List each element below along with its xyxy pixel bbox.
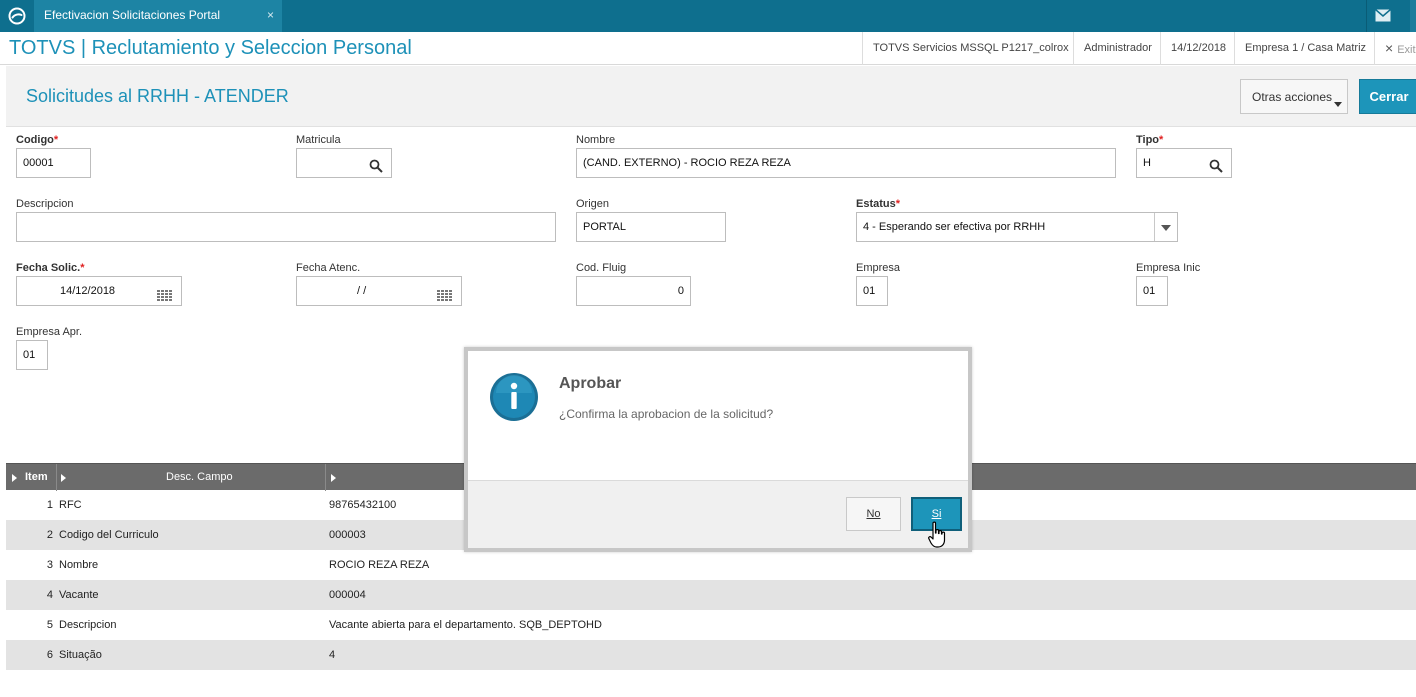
environment-label: TOTVS Servicios MSSQL P1217_colrox — [862, 32, 1079, 65]
dialog-footer: No Si — [468, 480, 968, 548]
cerrar-button[interactable]: Cerrar — [1359, 79, 1416, 114]
cod-fluig-field[interactable]: 0 — [576, 276, 691, 306]
empresa-inic-field[interactable]: 01 — [1136, 276, 1168, 306]
cell-item: 1 — [46, 499, 53, 511]
otras-acciones-label: Otras acciones — [1252, 89, 1333, 104]
column-divider[interactable] — [56, 464, 57, 491]
cell-value: 000003 — [329, 529, 366, 541]
empresa-apr-label: Empresa Apr. — [16, 326, 83, 338]
cell-item: 3 — [46, 559, 53, 571]
chevron-down-icon[interactable] — [1154, 213, 1177, 241]
date-label: 14/12/2018 — [1160, 32, 1236, 65]
cell-item: 4 — [46, 589, 53, 601]
company-label: Empresa 1 / Casa Matriz — [1234, 32, 1376, 65]
codigo-label: Codigo* — [16, 134, 59, 146]
calendar-icon[interactable] — [157, 285, 173, 305]
cell-item: 2 — [46, 529, 53, 541]
nombre-label: Nombre — [576, 134, 616, 146]
column-header-item[interactable]: Item — [25, 464, 48, 491]
codigo-field[interactable]: 00001 — [16, 148, 91, 178]
aprobar-dialog: Aprobar ¿Confirma la aprobacion de la so… — [464, 347, 972, 552]
caret-down-icon — [1334, 102, 1342, 107]
empresa-inic-label: Empresa Inic — [1136, 262, 1201, 274]
user-label: Administrador — [1073, 32, 1162, 65]
table-row[interactable]: 5 Descripcion Vacante abierta para el de… — [6, 610, 1416, 640]
otras-acciones-button[interactable]: Otras acciones — [1240, 79, 1348, 114]
fecha-solic-field[interactable]: 14/12/2018 — [16, 276, 182, 306]
hand-cursor-icon — [928, 521, 948, 554]
dialog-message: ¿Confirma la aprobacion de la solicitud? — [559, 407, 774, 421]
cell-value: Vacante abierta para el departamento. SQ… — [329, 619, 602, 631]
cell-value: ROCIO REZA REZA — [329, 559, 430, 571]
tipo-field[interactable]: H — [1136, 148, 1232, 178]
search-icon[interactable] — [369, 156, 383, 177]
cell-value: 98765432100 — [329, 499, 397, 511]
mail-icon[interactable] — [1366, 0, 1398, 32]
descripcion-label: Descripcion — [16, 198, 74, 210]
tipo-label: Tipo* — [1136, 134, 1164, 146]
origen-label: Origen — [576, 198, 610, 210]
topbar-edge — [1410, 0, 1416, 32]
sort-arrow-icon[interactable] — [331, 474, 336, 482]
empresa-field[interactable]: 01 — [856, 276, 888, 306]
cell-desc: Situação — [59, 649, 102, 661]
exit-button[interactable]: × Exit — [1374, 32, 1416, 65]
table-row[interactable]: 3 Nombre ROCIO REZA REZA — [6, 550, 1416, 580]
estatus-label: Estatus* — [856, 198, 901, 210]
page-title: Solicitudes al RRHH - ATENDER — [26, 86, 289, 106]
totvs-logo-icon[interactable] — [6, 5, 28, 27]
cod-fluig-label: Cod. Fluig — [576, 262, 627, 274]
exit-label: Exit — [1397, 44, 1416, 56]
empresa-apr-field[interactable]: 01 — [16, 340, 48, 370]
calendar-icon[interactable] — [437, 285, 453, 305]
cell-item: 5 — [46, 619, 53, 631]
tab-efectivacion[interactable]: Efectivacion Solicitaciones Portal [02.9… — [34, 0, 282, 52]
sort-arrow-icon[interactable] — [61, 474, 66, 482]
info-icon — [488, 371, 540, 423]
cell-desc: Vacante — [59, 589, 99, 601]
empresa-label: Empresa — [856, 262, 901, 274]
nombre-field[interactable]: (CAND. EXTERNO) - ROCIO REZA REZA — [576, 148, 1116, 178]
cell-value: 4 — [329, 649, 336, 661]
column-header-desc-campo[interactable]: Desc. Campo — [166, 464, 233, 491]
search-icon[interactable] — [1209, 156, 1223, 177]
column-divider[interactable] — [325, 464, 326, 491]
app-title: TOTVS | Reclutamiento y Seleccion Person… — [9, 37, 412, 59]
fecha-atenc-field[interactable]: / / — [296, 276, 462, 306]
cell-item: 6 — [46, 649, 53, 661]
cell-value: 000004 — [329, 589, 366, 601]
no-button[interactable]: No — [846, 497, 901, 531]
fecha-atenc-label: Fecha Atenc. — [296, 262, 361, 274]
sort-arrow-icon[interactable] — [12, 474, 17, 482]
estatus-select[interactable]: 4 - Esperando ser efectiva por RRHH — [856, 212, 1178, 242]
close-icon: × — [1385, 40, 1394, 56]
matricula-label: Matricula — [296, 134, 341, 146]
descripcion-field[interactable] — [16, 212, 556, 242]
app-header: TOTVS | Reclutamiento y Seleccion Person… — [0, 32, 1416, 65]
window-tab-bar: Efectivacion Solicitaciones Portal [02.9… — [0, 0, 1416, 52]
cell-desc: Descripcion — [59, 619, 117, 631]
cell-desc: RFC — [59, 499, 82, 511]
dialog-title: Aprobar — [559, 375, 622, 392]
fecha-solic-label: Fecha Solic.* — [16, 262, 85, 274]
page-title-bar: Solicitudes al RRHH - ATENDER Otras acci… — [6, 66, 1416, 127]
tab-close-icon[interactable]: × — [267, 0, 274, 30]
cell-desc: Nombre — [59, 559, 99, 571]
table-row[interactable]: 6 Situação 4 — [6, 640, 1416, 670]
cell-desc: Codigo del Curriculo — [59, 529, 159, 541]
table-row[interactable]: 4 Vacante 000004 — [6, 580, 1416, 610]
matricula-field[interactable] — [296, 148, 392, 178]
origen-field[interactable]: PORTAL — [576, 212, 726, 242]
